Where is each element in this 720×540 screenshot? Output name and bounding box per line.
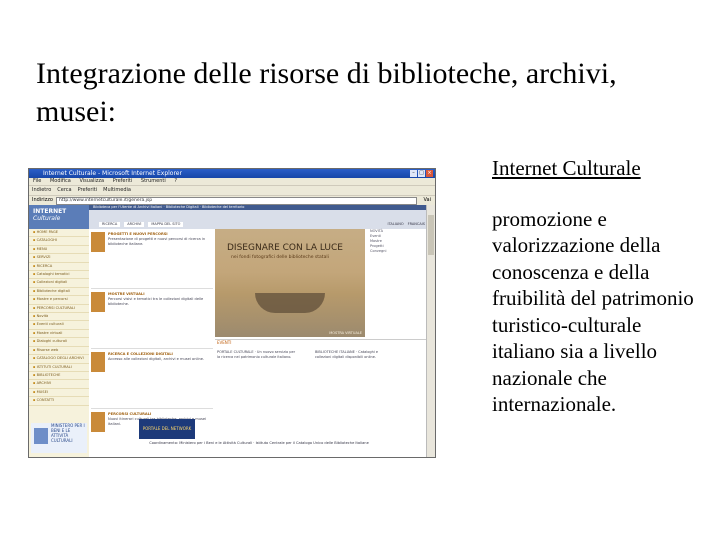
- hero-banner[interactable]: DISEGNARE CON LA LUCE nei fondi fotograf…: [215, 229, 365, 337]
- site-sidebar: HOME PAGE CATALOGHI MENU SERVIZI RICERCA…: [29, 229, 89, 457]
- site-header: INTERNET Culturale Biblioteca per l'Uten…: [29, 205, 427, 229]
- close-icon[interactable]: ×: [426, 170, 433, 177]
- lang-italiano[interactable]: ITALIANO: [388, 222, 404, 226]
- sidebar-item[interactable]: Collezioni digitali: [29, 279, 89, 288]
- hero-title: DISEGNARE CON LA LUCE: [227, 243, 343, 253]
- window-title: Internet Culturale - Microsoft Internet …: [43, 170, 182, 177]
- logo-line2: Culturale: [33, 215, 61, 222]
- maximize-icon[interactable]: □: [418, 170, 425, 177]
- sidebar-item[interactable]: Dialoghi culturali: [29, 338, 89, 347]
- article-item[interactable]: RICERCA E COLLEZIONI DIGITALI Accesso all…: [91, 349, 213, 409]
- sidebar-item[interactable]: BIBLIOTECHE: [29, 372, 89, 381]
- logo-line1: INTERNET: [33, 208, 67, 215]
- sidebar-item[interactable]: MUSEI: [29, 389, 89, 398]
- scrollbar-thumb[interactable]: [428, 215, 434, 255]
- events-panel: EVENTI PORTALE CULTURALE · Un nuovo serv…: [215, 339, 427, 420]
- slide-side-text: Internet Culturale promozione e valorizz…: [492, 155, 707, 418]
- sidebar-item[interactable]: Mostre virtuali: [29, 330, 89, 339]
- article-thumbnail: [91, 412, 105, 432]
- sidebar-item[interactable]: ISTITUTI CULTURALI: [29, 364, 89, 372]
- sidebar-item[interactable]: RICERCA: [29, 263, 89, 272]
- minimize-icon[interactable]: –: [410, 170, 417, 177]
- sidebar-item[interactable]: CONTATTI: [29, 397, 89, 406]
- media-button[interactable]: Multimedia: [103, 186, 131, 195]
- menu-view[interactable]: Visualizza: [79, 178, 104, 184]
- sidebar-item[interactable]: PERCORSI CULTURALI: [29, 305, 89, 314]
- lang-francais[interactable]: FRANCAIS: [408, 222, 425, 226]
- internet-culturale-link[interactable]: Internet Culturale: [492, 155, 707, 182]
- site-footer: Coordinamento: Ministero per i Beni e le…: [149, 441, 369, 445]
- article-text: Presentazione di progetti e nuovi percor…: [108, 237, 206, 246]
- slide-title: Integrazione delle risorse di bibliotech…: [36, 57, 617, 128]
- sidebar-item[interactable]: CATALOGO DEGLI ARCHIVI: [29, 355, 89, 364]
- event-item[interactable]: PORTALE CULTURALE · Un nuovo servizio pe…: [217, 350, 297, 360]
- article-thumbnail: [91, 232, 105, 252]
- sidebar-item[interactable]: Biblioteche digitali: [29, 288, 89, 297]
- address-bar: Indirizzo http://www.internetculturale.i…: [29, 195, 435, 205]
- site-logo[interactable]: INTERNET Culturale: [29, 205, 89, 229]
- address-input[interactable]: http://www.internetculturale.it/genera.j…: [55, 196, 417, 205]
- sidebar-item[interactable]: MENU: [29, 246, 89, 255]
- event-item[interactable]: BIBLIOTECHE ITALIANE · Cataloghi e colle…: [315, 350, 395, 360]
- side-link[interactable]: Convegni: [367, 249, 427, 254]
- slide-description: promozione e valorizzazione della conosc…: [492, 206, 694, 417]
- tab-archivi[interactable]: ARCHIVI: [124, 222, 145, 227]
- address-label: Indirizzo: [32, 197, 53, 203]
- sidebar-item[interactable]: SERVIZI: [29, 254, 89, 263]
- boat-photo-icon: [255, 293, 325, 313]
- sidebar-item[interactable]: Cataloghi tematici: [29, 271, 89, 280]
- vertical-scrollbar[interactable]: [426, 205, 435, 457]
- menu-tools[interactable]: Strumenti: [141, 178, 166, 184]
- menu-favorites[interactable]: Preferiti: [113, 178, 133, 184]
- menu-bar: File Modifica Visualizza Preferiti Strum…: [29, 178, 435, 185]
- article-item[interactable]: MOSTRE VIRTUALI Percorsi visivi e tematic…: [91, 289, 213, 349]
- menu-edit[interactable]: Modifica: [50, 178, 71, 184]
- sidebar-item[interactable]: Risorse web: [29, 347, 89, 356]
- ministry-emblem-icon: [34, 428, 48, 444]
- network-portal-banner[interactable]: PORTALE DEL NETWORK: [139, 419, 195, 439]
- sidebar-item[interactable]: HOME PAGE: [29, 229, 89, 238]
- article-text: Percorsi visivi e tematici tra le collez…: [108, 297, 204, 306]
- hero-caption: MOSTRA VIRTUALE: [329, 331, 362, 335]
- browser-titlebar: Internet Culturale - Microsoft Internet …: [29, 169, 435, 178]
- back-button[interactable]: Indietro: [32, 186, 51, 195]
- article-thumbnail: [91, 292, 105, 312]
- menu-help[interactable]: ?: [174, 178, 177, 184]
- ministry-logo[interactable]: MINISTERO PER I BENI E LE ATTIVITÀ CULTU…: [31, 423, 87, 453]
- sidebar-item[interactable]: ARCHIVI: [29, 380, 89, 389]
- page-viewport: INTERNET Culturale Biblioteca per l'Uten…: [29, 205, 427, 457]
- article-thumbnail: [91, 352, 105, 372]
- article-item[interactable]: PROGETTI E NUOVI PERCORSI Presentazione d…: [91, 229, 213, 289]
- search-button[interactable]: Cerca: [57, 186, 71, 195]
- go-button[interactable]: Vai: [420, 196, 436, 205]
- menu-file[interactable]: File: [33, 178, 41, 184]
- sidebar-item[interactable]: Novità: [29, 313, 89, 322]
- sidebar-item[interactable]: Eventi culturali: [29, 321, 89, 330]
- article-text: Accesso alle collezioni digitali, archiv…: [108, 357, 205, 361]
- hero-subtitle: nei fondi fotografici delle biblioteche …: [231, 255, 329, 260]
- header-strip: Biblioteca per l'Utente di Archivi Itali…: [89, 205, 427, 210]
- sidebar-item[interactable]: Mostre e percorsi: [29, 296, 89, 305]
- browser-screenshot: Internet Culturale - Microsoft Internet …: [28, 168, 436, 458]
- tab-ricerca[interactable]: RICERCA: [99, 222, 121, 227]
- sidebar-item[interactable]: CATALOGHI: [29, 237, 89, 246]
- browser-toolbar: Indietro Cerca Preferiti Multimedia: [29, 185, 435, 195]
- events-heading: EVENTI: [217, 340, 232, 345]
- ministry-label: MINISTERO PER I BENI E LE ATTIVITÀ CULTU…: [51, 423, 85, 443]
- favorites-button[interactable]: Preferiti: [78, 186, 98, 195]
- hero-side-panel: NOVITÀ Eventi Mostre Progetti Convegni: [367, 229, 427, 337]
- tab-mappa[interactable]: MAPPA DEL SITO: [148, 222, 184, 227]
